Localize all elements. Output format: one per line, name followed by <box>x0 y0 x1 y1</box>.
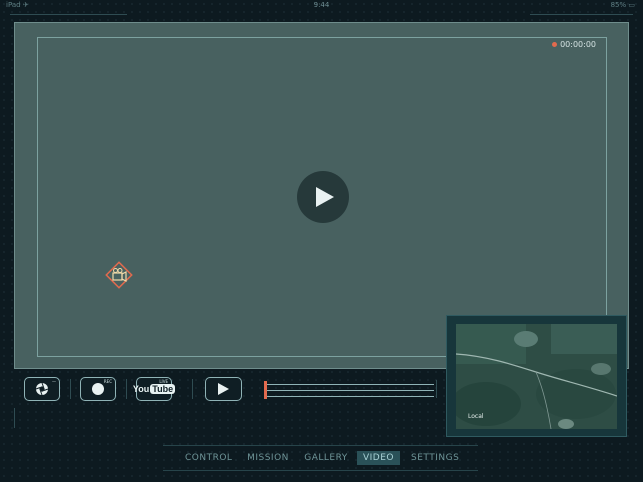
timeline-scrubber[interactable] <box>264 381 267 399</box>
status-bar: iPad ✈ 9:44 85% ▭ <box>0 0 643 14</box>
youtube-logo-you: You <box>132 384 150 394</box>
record-badge: REC <box>103 379 112 384</box>
camera-poi-marker-icon[interactable] <box>105 261 133 289</box>
recording-timer: 00:00:00 <box>560 40 596 49</box>
recording-dot-icon <box>552 42 558 47</box>
camera-shutter-icon <box>35 382 49 396</box>
video-controls-bar: — REC You Tube LIVE <box>14 371 444 407</box>
shutter-mode-label: — <box>52 379 56 384</box>
shutter-button[interactable]: — <box>24 377 60 401</box>
tab-gallery[interactable]: GALLERY <box>303 451 349 465</box>
satellite-map[interactable]: Local <box>456 324 617 429</box>
bottom-tab-bar: CONTROL MISSION GALLERY VIDEO SETTINGS <box>163 445 478 471</box>
tabbar-top-line <box>163 445 478 446</box>
controls-bracket-left <box>14 408 15 428</box>
top-left-divider <box>10 14 127 15</box>
record-dot-icon <box>92 383 104 395</box>
youtube-live-badge: LIVE <box>159 379 168 384</box>
controls-divider <box>70 379 71 399</box>
youtube-logo-tube: Tube <box>150 384 176 394</box>
play-button[interactable] <box>297 171 349 223</box>
timeline-track <box>266 390 434 391</box>
battery-label: 85% ▭ <box>610 1 635 9</box>
minimap-label: Local <box>468 413 484 420</box>
controls-divider <box>126 379 127 399</box>
tab-mission[interactable]: MISSION <box>246 451 290 465</box>
play-icon <box>316 187 334 207</box>
recording-indicator: 00:00:00 <box>552 40 596 49</box>
playback-timeline[interactable] <box>264 381 434 399</box>
record-button[interactable]: REC <box>80 377 116 401</box>
youtube-live-button[interactable]: You Tube LIVE <box>132 377 176 401</box>
playback-play-button[interactable] <box>205 377 242 401</box>
clock-label: 9:44 <box>313 1 330 9</box>
top-right-divider <box>530 14 633 15</box>
minimap-panel[interactable]: Local <box>446 315 627 437</box>
tab-video[interactable]: VIDEO <box>357 451 400 465</box>
tabbar-bottom-line <box>163 470 478 471</box>
tab-control[interactable]: CONTROL <box>185 451 232 465</box>
controls-divider <box>192 379 193 399</box>
timeline-track <box>266 396 434 397</box>
tab-settings[interactable]: SETTINGS <box>411 451 459 465</box>
controls-bracket-right <box>436 380 437 398</box>
play-icon <box>218 383 229 395</box>
youtube-logo: You Tube <box>132 384 176 394</box>
timeline-track <box>266 384 434 385</box>
